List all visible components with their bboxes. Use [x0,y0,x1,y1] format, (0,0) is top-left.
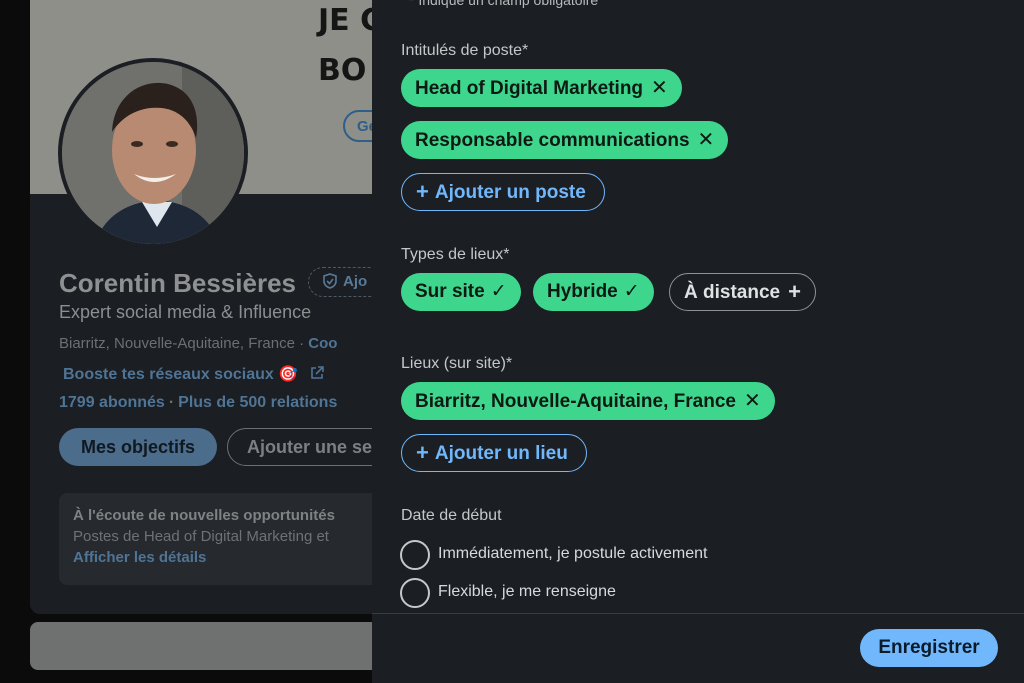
required-field-hint: * Indique un champ obligatoire [409,0,598,8]
open-to-work-box: À l'écoute de nouvelles opportunités Pos… [59,493,402,585]
workplace-types-label: Types de lieux* [401,246,510,263]
close-icon[interactable]: ✕ [651,69,668,107]
stats-separator: · [168,394,175,411]
close-icon[interactable]: ✕ [698,121,715,159]
add-location-label: Ajouter un lieu [434,443,568,464]
locations-label: Lieux (sur site)* [401,355,513,372]
workplace-chip-label: À distance [684,282,781,303]
job-title-chip-label: Head of Digital Marketing [415,78,644,99]
secondary-card [30,622,402,670]
workplace-chip-remote[interactable]: À distance + [669,273,816,311]
plus-icon: + [416,179,429,204]
external-link-icon [310,366,324,383]
close-icon[interactable]: ✕ [744,382,761,420]
profile-location: Biarritz, Nouvelle-Aquitaine, France · C… [59,335,337,352]
plus-icon: + [416,440,429,465]
save-button[interactable]: Enregistrer [860,629,998,667]
profile-website-link[interactable]: Booste tes réseaux sociaux 🎯 [63,364,324,384]
check-icon: ✓ [490,281,507,302]
add-location-button[interactable]: + Ajouter un lieu [401,434,587,472]
radio-button[interactable] [400,578,430,608]
job-title-chip-1[interactable]: Head of Digital Marketing ✕ [401,69,682,107]
plus-icon: + [788,279,801,304]
location-chip-label: Biarritz, Nouvelle-Aquitaine, France [415,391,736,412]
goals-button[interactable]: Mes objectifs [59,428,217,466]
profile-headline: Expert social media & Influence [59,302,312,322]
radio-label: Immédiatement, je postule activement [438,545,708,562]
verify-label: Ajo [343,273,368,290]
followers-link[interactable]: 1799 abonnés [59,394,165,411]
job-titles-label: Intitulés de poste* [401,42,529,59]
workplace-chip-label: Hybride [547,281,618,302]
radio-button[interactable] [400,540,430,570]
shield-icon [323,273,337,293]
profile-stats: 1799 abonnés · Plus de 500 relations [59,394,337,412]
job-title-chip-label: Responsable communications [415,130,690,151]
open-to-work-subtitle: Postes de Head of Digital Marketing et [73,528,329,545]
add-job-title-button[interactable]: + Ajouter un poste [401,173,605,211]
open-to-work-modal: * Indique un champ obligatoire Intitulés… [372,0,1024,683]
workplace-chip-hybrid[interactable]: Hybride ✓ [533,273,654,311]
footer-divider [372,613,1024,614]
avatar[interactable] [58,58,248,248]
start-date-label: Date de début [401,507,502,524]
location-chip-1[interactable]: Biarritz, Nouvelle-Aquitaine, France ✕ [401,382,775,420]
open-to-work-details-link[interactable]: Afficher les détails [73,549,402,566]
open-to-work-title: À l'écoute de nouvelles opportunités [73,507,335,524]
hint-text: Indique un champ obligatoire [418,0,599,8]
contact-info-link[interactable]: Coo [308,335,337,352]
profile-name: Corentin Bessières [59,268,296,298]
connections-link[interactable]: Plus de 500 relations [178,394,337,411]
check-icon: ✓ [623,281,640,302]
workplace-chip-on-site[interactable]: Sur site ✓ [401,273,521,311]
website-link-text: Booste tes réseaux sociaux 🎯 [63,366,299,383]
add-job-title-label: Ajouter un poste [434,182,586,203]
workplace-chip-label: Sur site [415,281,485,302]
location-text: Biarritz, Nouvelle-Aquitaine, France · [59,335,309,352]
radio-label: Flexible, je me renseigne [438,583,616,600]
profile-card: JE C BO Ge Corentin Bessières Ajo Expert… [30,0,402,614]
job-title-chip-2[interactable]: Responsable communications ✕ [401,121,729,159]
